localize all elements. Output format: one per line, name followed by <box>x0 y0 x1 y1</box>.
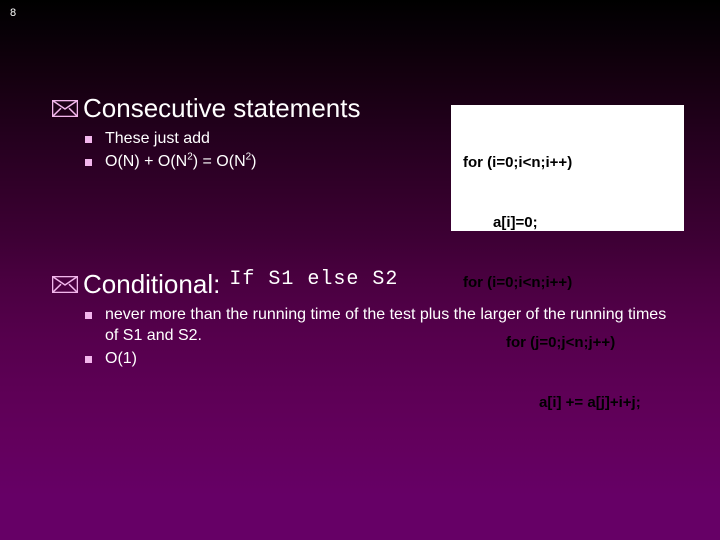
code-line: a[i] += a[j]+i+j; <box>539 394 641 411</box>
section-heading-text: Consecutive statements <box>83 93 361 123</box>
envelope-icon <box>52 276 78 293</box>
slide: 8 Consecutive statements These just add … <box>0 0 720 540</box>
square-bullet-icon <box>85 136 92 143</box>
section-consecutive-statements: Consecutive statements These just add O(… <box>52 92 432 174</box>
section-heading-row: Conditional: If S1 else S2 <box>52 268 682 300</box>
code-line: for (i=0;i<n;i++) <box>463 154 573 171</box>
sub-bullet-list: These just add O(N) + O(N2) = O(N2) <box>52 128 432 172</box>
list-item: never more than the running time of the … <box>52 304 682 346</box>
square-bullet-icon <box>85 356 92 363</box>
list-item: O(N) + O(N2) = O(N2) <box>52 151 432 172</box>
square-bullet-icon <box>85 159 92 166</box>
envelope-icon <box>52 100 78 117</box>
sub-bullet-list: never more than the running time of the … <box>52 304 682 369</box>
list-item-label: These just add <box>105 130 210 147</box>
section-heading-code: If S1 else S2 <box>229 268 399 291</box>
page-number: 8 <box>10 7 17 19</box>
section-heading-text: Conditional: <box>83 269 221 299</box>
section-conditional: Conditional: If S1 else S2 never more th… <box>52 268 682 371</box>
square-bullet-icon <box>85 312 92 319</box>
list-item: O(1) <box>52 348 682 369</box>
list-item-label: never more than the running time of the … <box>105 306 667 344</box>
section-heading-row: Consecutive statements <box>52 92 432 124</box>
list-item: These just add <box>52 128 432 149</box>
list-item-label: O(N) + O(N2) = O(N2) <box>105 151 257 170</box>
code-example-panel: for (i=0;i<n;i++) a[i]=0; for (i=0;i<n;i… <box>451 105 684 411</box>
code-line: a[i]=0; <box>493 214 538 231</box>
list-item-label: O(1) <box>105 350 137 367</box>
